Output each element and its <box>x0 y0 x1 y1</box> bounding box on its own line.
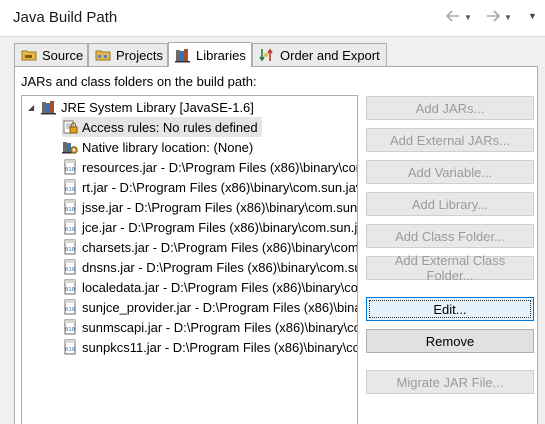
tree-item-jar[interactable]: 010 rt.jar - D:\Program Files (x86)\bina… <box>62 177 357 197</box>
tree-item-jar[interactable]: 010 resources.jar - D:\Program Files (x8… <box>62 157 357 177</box>
tab-order-and-export[interactable]: Order and Export <box>252 43 387 66</box>
tab-projects[interactable]: Projects <box>88 43 168 66</box>
forward-arrow-icon <box>485 9 501 25</box>
jar-icon: 010 <box>62 159 78 175</box>
remove-button[interactable]: Remove <box>366 329 534 353</box>
tree-item-jar[interactable]: 010 dnsns.jar - D:\Program Files (x86)\b… <box>62 257 357 277</box>
build-path-tree[interactable]: ◢ JRE System Library [JavaSE-1.6] Access… <box>21 95 358 424</box>
tree-item-jar[interactable]: 010 localedata.jar - D:\Program Files (x… <box>62 277 357 297</box>
add-class-folder-button[interactable]: Add Class Folder... <box>366 224 534 248</box>
svg-text:010: 010 <box>65 307 75 313</box>
back-dropdown-icon[interactable]: ▼ <box>464 13 472 22</box>
tab-source[interactable]: Source <box>14 43 88 66</box>
add-variable-button[interactable]: Add Variable... <box>366 160 534 184</box>
tree-item-jar[interactable]: 010 sunjce_provider.jar - D:\Program Fil… <box>62 297 357 317</box>
jar-icon: 010 <box>62 219 78 235</box>
native-library-icon <box>62 139 78 155</box>
expand-collapse-icon[interactable]: ◢ <box>28 103 38 112</box>
svg-text:010: 010 <box>65 227 75 233</box>
jar-icon: 010 <box>62 339 78 355</box>
library-icon <box>41 99 57 115</box>
back-arrow-icon <box>445 9 461 25</box>
forward-dropdown-icon[interactable]: ▼ <box>504 13 512 22</box>
library-icon <box>175 47 191 63</box>
project-icon <box>95 47 111 63</box>
add-external-class-folder-button[interactable]: Add External Class Folder... <box>366 253 534 283</box>
svg-text:010: 010 <box>65 287 75 293</box>
add-jars-button[interactable]: Add JARs... <box>366 96 534 120</box>
jar-icon: 010 <box>62 199 78 215</box>
tree-item-jar[interactable]: 010 sunmscapi.jar - D:\Program Files (x8… <box>62 317 357 337</box>
source-folder-icon <box>21 47 37 63</box>
jar-icon: 010 <box>62 299 78 315</box>
add-external-jars-button[interactable]: Add External JARs... <box>366 128 534 152</box>
tree-item-native-library[interactable]: Native library location: (None) <box>62 137 253 157</box>
jar-icon: 010 <box>62 239 78 255</box>
jar-icon: 010 <box>62 179 78 195</box>
page-header: Java Build Path ▼ ▼ ▼ <box>0 0 545 36</box>
forward-button[interactable]: ▼ <box>485 9 512 25</box>
build-path-label: JARs and class folders on the build path… <box>21 74 257 89</box>
jar-icon: 010 <box>62 259 78 275</box>
svg-text:010: 010 <box>65 327 75 333</box>
svg-text:010: 010 <box>65 247 75 253</box>
svg-text:010: 010 <box>65 167 75 173</box>
tree-item-jar[interactable]: 010 jce.jar - D:\Program Files (x86)\bin… <box>62 217 357 237</box>
tree-item-jar[interactable]: 010 sunpkcs11.jar - D:\Program Files (x8… <box>62 337 357 357</box>
view-menu-icon[interactable]: ▼ <box>528 11 537 21</box>
jar-icon: 010 <box>62 319 78 335</box>
svg-text:010: 010 <box>65 207 75 213</box>
svg-text:010: 010 <box>65 267 75 273</box>
page-title: Java Build Path <box>13 9 118 26</box>
back-button[interactable]: ▼ <box>445 9 472 25</box>
add-library-button[interactable]: Add Library... <box>366 192 534 216</box>
tree-item-access-rules[interactable]: Access rules: No rules defined <box>62 117 262 137</box>
edit-button[interactable]: Edit... <box>366 297 534 321</box>
tree-root-jre-system-library[interactable]: ◢ JRE System Library [JavaSE-1.6] <box>28 97 254 117</box>
order-export-icon <box>259 47 275 63</box>
tree-item-jar[interactable]: 010 charsets.jar - D:\Program Files (x86… <box>62 237 357 257</box>
svg-text:010: 010 <box>65 347 75 353</box>
access-rules-icon <box>62 119 78 135</box>
tree-item-jar[interactable]: 010 jsse.jar - D:\Program Files (x86)\bi… <box>62 197 357 217</box>
migrate-jar-file-button[interactable]: Migrate JAR File... <box>366 370 534 394</box>
jar-icon: 010 <box>62 279 78 295</box>
header-divider <box>0 36 545 37</box>
tab-libraries[interactable]: Libraries <box>168 42 252 67</box>
svg-text:010: 010 <box>65 187 75 193</box>
